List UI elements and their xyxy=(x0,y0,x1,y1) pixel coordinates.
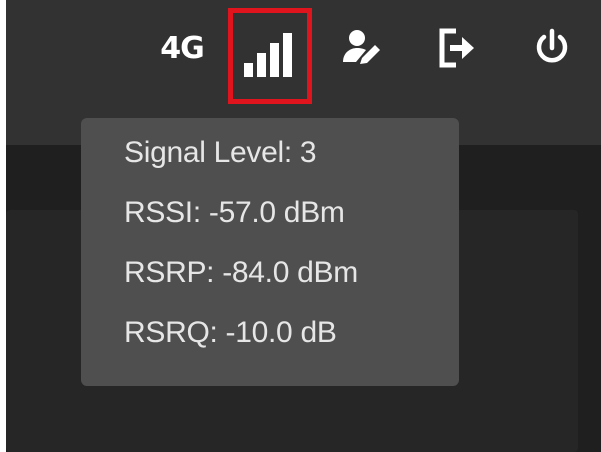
network-type-label: 4G xyxy=(160,30,204,66)
signal-bar-4 xyxy=(283,33,292,77)
signal-bar-1 xyxy=(244,63,253,77)
signal-bars-icon xyxy=(244,33,292,77)
signal-tooltip: Signal Level: 3 RSSI: -57.0 dBm RSRP: -8… xyxy=(81,118,459,386)
power-button[interactable] xyxy=(528,28,576,68)
network-type-indicator: 4G xyxy=(150,28,214,68)
rsrq-text: RSRQ: -10.0 dB xyxy=(124,316,337,349)
signal-bar-3 xyxy=(270,43,279,77)
logout-button[interactable] xyxy=(432,28,482,68)
signal-strength-button[interactable] xyxy=(228,8,312,104)
signal-bar-2 xyxy=(257,53,266,77)
rssi-text: RSSI: -57.0 dBm xyxy=(124,196,345,229)
power-icon xyxy=(536,28,568,63)
user-edit-button[interactable] xyxy=(336,28,388,68)
logout-icon xyxy=(439,28,474,68)
signal-level-text: Signal Level: 3 xyxy=(124,136,317,169)
rsrp-text: RSRP: -84.0 dBm xyxy=(124,256,358,289)
app-window: 4G Signal Level: 3 RSSI: -57.0 dBm RSRP:… xyxy=(6,0,601,452)
user-edit-icon xyxy=(343,30,380,64)
